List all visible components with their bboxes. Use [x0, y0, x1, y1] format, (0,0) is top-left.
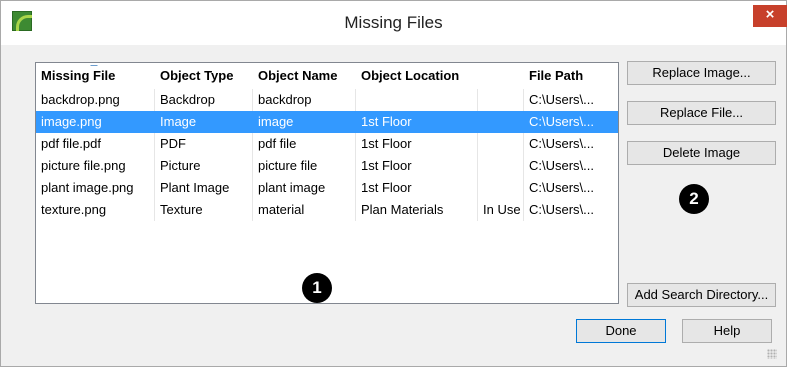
dialog-body: Missing File Object Type Object Name Obj… — [9, 45, 779, 361]
cell-object-type: Image — [155, 111, 253, 133]
cell-status — [478, 155, 524, 177]
column-label: Missing File — [41, 68, 116, 83]
column-header-object-location[interactable]: Object Location — [356, 65, 478, 87]
cell-status — [478, 133, 524, 155]
replace-file-button[interactable]: Replace File... — [627, 101, 776, 125]
cell-status — [478, 111, 524, 133]
close-button[interactable]: × — [753, 5, 787, 27]
cell-object-location — [356, 89, 478, 111]
callout-badge-2: 2 — [679, 184, 709, 214]
cell-object-type: Plant Image — [155, 177, 253, 199]
cell-object-name: backdrop — [253, 89, 356, 111]
table-row[interactable]: texture.png Texture material Plan Materi… — [36, 199, 618, 221]
add-search-directory-button[interactable]: Add Search Directory... — [627, 283, 776, 307]
cell-file-path: C:\Users\... — [529, 92, 595, 107]
missing-files-list[interactable]: Missing File Object Type Object Name Obj… — [35, 62, 619, 304]
help-button[interactable]: Help — [682, 319, 772, 343]
table-row-selected[interactable]: image.png Image image 1st Floor C:\Users… — [36, 111, 618, 133]
dialog-title: Missing Files — [344, 13, 443, 32]
title-bar: Missing Files × — [1, 1, 787, 45]
callout-badge-1: 1 — [302, 273, 332, 303]
column-header-missing-file[interactable]: Missing File — [36, 65, 155, 87]
cell-object-name: material — [253, 199, 356, 221]
cell-object-name: image — [253, 111, 356, 133]
cell-object-location: Plan Materials — [356, 199, 478, 221]
column-header-file-path[interactable]: File Path — [524, 65, 618, 87]
cell-status — [478, 177, 524, 199]
cell-object-location: 1st Floor — [356, 133, 478, 155]
cell-object-name: pdf file — [253, 133, 356, 155]
cell-object-type: Backdrop — [155, 89, 253, 111]
table-row[interactable]: pdf file.pdf PDF pdf file 1st Floor C:\U… — [36, 133, 618, 155]
table-row[interactable]: plant image.png Plant Image plant image … — [36, 177, 618, 199]
cell-missing-file: image.png — [36, 111, 155, 133]
table-header: Missing File Object Type Object Name Obj… — [36, 65, 618, 87]
cell-object-type: Texture — [155, 199, 253, 221]
cell-object-location: 1st Floor — [356, 155, 478, 177]
cell-object-type: PDF — [155, 133, 253, 155]
cell-object-location: 1st Floor — [356, 111, 478, 133]
cell-missing-file: backdrop.png — [36, 89, 155, 111]
table-row[interactable]: backdrop.png Backdrop backdrop C:\Users\… — [36, 89, 618, 111]
sort-ascending-icon — [90, 65, 98, 66]
cell-file-path: C:\Users\... — [529, 136, 595, 151]
cell-file-path: C:\Users\... — [529, 202, 595, 217]
cell-object-location: 1st Floor — [356, 177, 478, 199]
cell-file-path: C:\Users\... — [529, 114, 595, 129]
column-header-status[interactable] — [478, 65, 524, 87]
cell-missing-file: texture.png — [36, 199, 155, 221]
replace-image-button[interactable]: Replace Image... — [627, 61, 776, 85]
table-row[interactable]: picture file.png Picture picture file 1s… — [36, 155, 618, 177]
column-header-object-type[interactable]: Object Type — [155, 65, 253, 87]
delete-image-button[interactable]: Delete Image — [627, 141, 776, 165]
column-header-object-name[interactable]: Object Name — [253, 65, 356, 87]
cell-object-name: picture file — [253, 155, 356, 177]
cell-missing-file: pdf file.pdf — [36, 133, 155, 155]
cell-object-name: plant image — [253, 177, 356, 199]
cell-status — [478, 89, 524, 111]
cell-missing-file: plant image.png — [36, 177, 155, 199]
cell-missing-file: picture file.png — [36, 155, 155, 177]
cell-file-path: C:\Users\... — [529, 158, 595, 173]
missing-files-dialog: Missing Files × Missing File Object Type… — [0, 0, 787, 367]
cell-object-type: Picture — [155, 155, 253, 177]
done-button[interactable]: Done — [576, 319, 666, 343]
cell-status: In Use — [478, 199, 524, 221]
cell-file-path: C:\Users\... — [529, 180, 595, 195]
resize-grip-icon[interactable] — [767, 349, 777, 359]
